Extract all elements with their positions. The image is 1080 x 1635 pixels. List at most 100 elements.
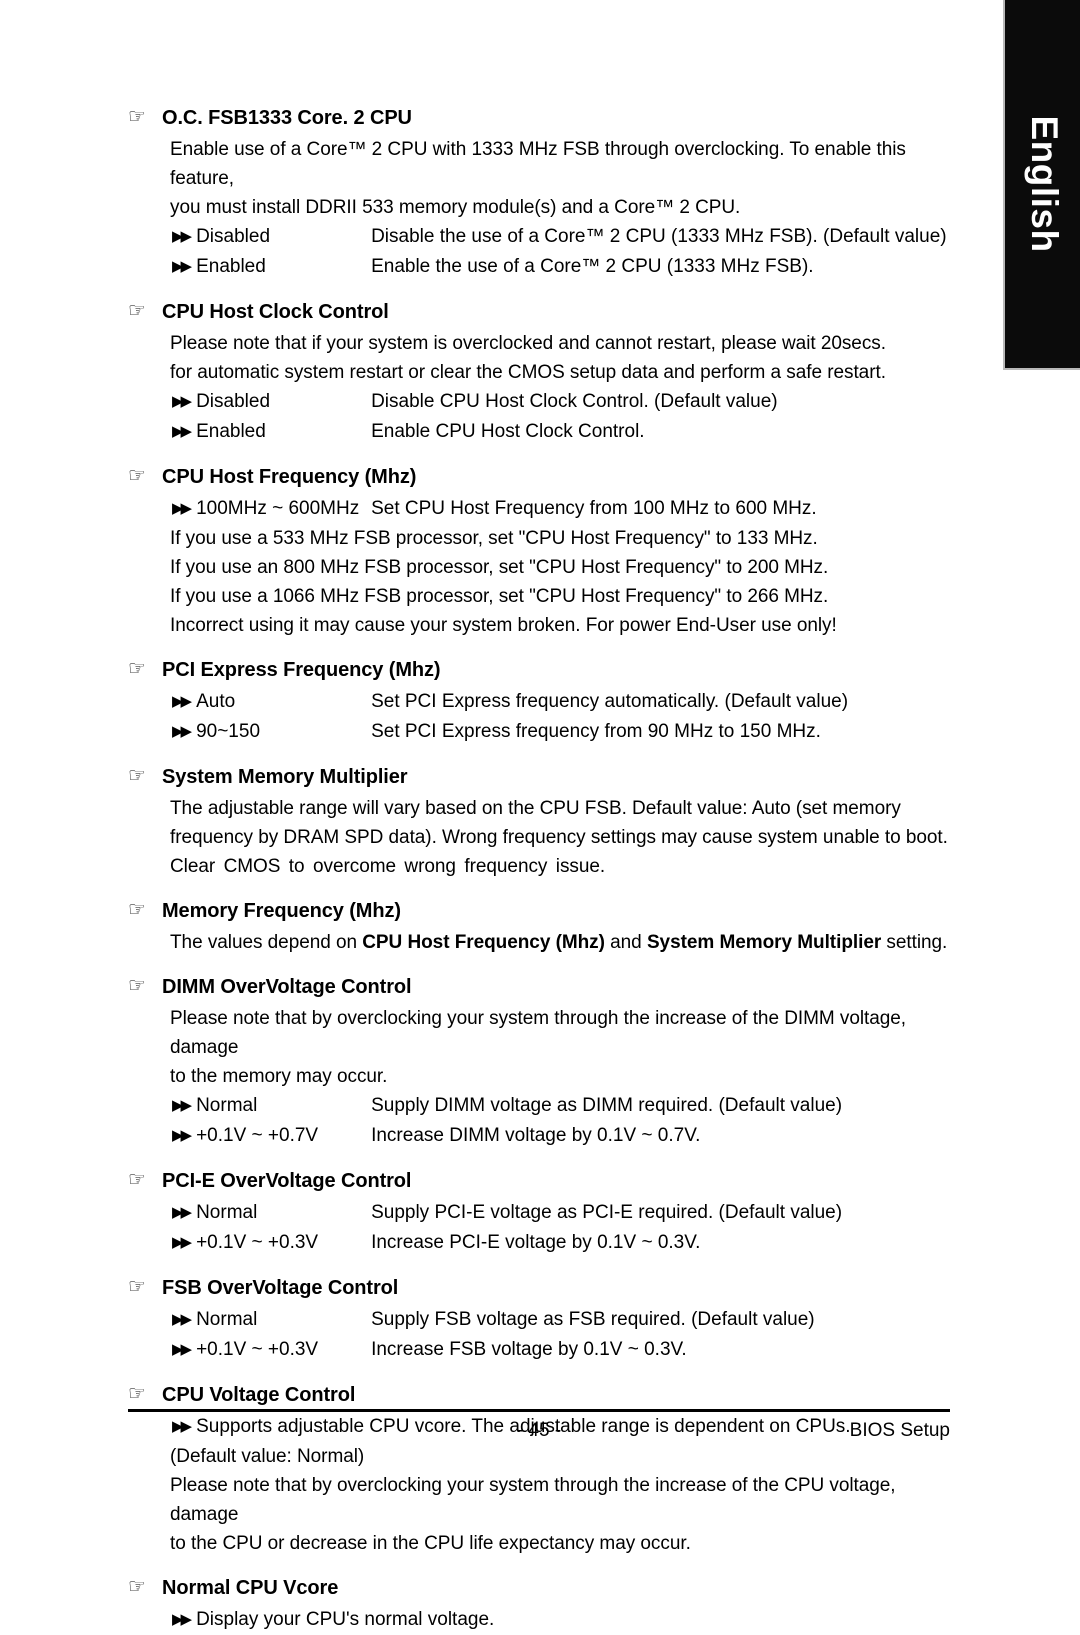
pointing-hand-icon: ☞ bbox=[128, 463, 146, 487]
option-description: Supply FSB voltage as FSB required. (Def… bbox=[371, 1309, 815, 1330]
section-oc-fsb1333: ☞ O.C. FSB1333 Core. 2 CPU Enable use of… bbox=[128, 104, 958, 282]
paragraph-line: The adjustable range will vary based on … bbox=[170, 798, 901, 819]
option-row: ▶▶ Disabled Disable the use of a Core™ 2… bbox=[172, 222, 958, 252]
pointing-hand-icon: ☞ bbox=[128, 973, 146, 997]
option-description: Enable CPU Host Clock Control. bbox=[371, 421, 645, 442]
pointing-hand-icon: ☞ bbox=[128, 1274, 146, 1298]
pointing-hand-icon: ☞ bbox=[128, 104, 146, 128]
pointing-hand-icon: ☞ bbox=[128, 897, 146, 921]
option-label: 100MHz ~ 600MHz bbox=[196, 498, 360, 519]
double-triangle-right-icon: ▶▶ bbox=[172, 722, 192, 740]
option-label: 90~150 bbox=[196, 721, 261, 742]
pointing-hand-icon: ☞ bbox=[128, 1574, 146, 1598]
double-triangle-right-icon: ▶▶ bbox=[172, 1610, 192, 1628]
paragraph-line: you must install DDRII 533 memory module… bbox=[170, 197, 741, 218]
double-triangle-right-icon: ▶▶ bbox=[172, 227, 192, 245]
section-normal-cpu-vcore: ☞ Normal CPU Vcore ▶▶ Display your CPU's… bbox=[128, 1574, 958, 1635]
footer-row: - 45 - BIOS Setup bbox=[128, 1416, 950, 1446]
page-footer: - 45 - BIOS Setup bbox=[128, 1409, 950, 1446]
option-label: Normal bbox=[196, 1095, 258, 1116]
option-label: Normal bbox=[196, 1309, 258, 1330]
paragraph-line: to the CPU or decrease in the CPU life e… bbox=[170, 1533, 691, 1554]
option-label: Enabled bbox=[196, 421, 266, 442]
footer-section-label: BIOS Setup bbox=[849, 1420, 950, 1441]
text-run-bold: CPU Host Frequency (Mhz) bbox=[362, 932, 605, 953]
section-heading: ☞ PCI-E OverVoltage Control bbox=[128, 1167, 958, 1195]
double-triangle-right-icon: ▶▶ bbox=[172, 1340, 192, 1358]
option-description: Set PCI Express frequency from 90 MHz to… bbox=[371, 721, 821, 742]
option-label: Auto bbox=[196, 691, 236, 712]
section-title: PCI Express Frequency (Mhz) bbox=[162, 659, 441, 681]
section-cpu-voltage-control: ☞ CPU Voltage Control ▶▶ Supports adjust… bbox=[128, 1381, 958, 1558]
section-title: O.C. FSB1333 Core. 2 CPU bbox=[162, 107, 412, 129]
section-heading: ☞ CPU Host Clock Control bbox=[128, 298, 958, 326]
paragraph-line: If you use a 533 MHz FSB processor, set … bbox=[170, 528, 818, 549]
option-row: ▶▶ 100MHz ~ 600MHz Set CPU Host Frequenc… bbox=[172, 494, 958, 524]
paragraph-line: Incorrect using it may cause your system… bbox=[170, 615, 837, 636]
double-triangle-right-icon: ▶▶ bbox=[172, 422, 192, 440]
option-description: Increase FSB voltage by 0.1V ~ 0.3V. bbox=[371, 1339, 687, 1360]
section-heading: ☞ O.C. FSB1333 Core. 2 CPU bbox=[128, 104, 958, 132]
double-triangle-right-icon: ▶▶ bbox=[172, 1126, 192, 1144]
option-label: +0.1V ~ +0.3V bbox=[196, 1232, 319, 1253]
option-description: Supply PCI-E voltage as PCI-E required. … bbox=[371, 1202, 843, 1223]
option-description: Disable the use of a Core™ 2 CPU (1333 M… bbox=[371, 226, 947, 247]
section-heading: ☞ DIMM OverVoltage Control bbox=[128, 973, 958, 1001]
option-row: ▶▶ Enabled Enable the use of a Core™ 2 C… bbox=[172, 252, 958, 282]
language-tab-label: English bbox=[1023, 115, 1065, 253]
section-heading: ☞ FSB OverVoltage Control bbox=[128, 1274, 958, 1302]
paragraph-line: frequency by DRAM SPD data). Wrong frequ… bbox=[170, 827, 948, 848]
option-label: +0.1V ~ +0.7V bbox=[196, 1125, 319, 1146]
option-description: Set CPU Host Frequency from 100 MHz to 6… bbox=[371, 498, 817, 519]
page-content: ☞ O.C. FSB1333 Core. 2 CPU Enable use of… bbox=[128, 104, 958, 1635]
section-title: CPU Host Clock Control bbox=[162, 301, 389, 323]
section-title: DIMM OverVoltage Control bbox=[162, 976, 412, 998]
language-tab: English bbox=[1003, 0, 1080, 370]
pointing-hand-icon: ☞ bbox=[128, 298, 146, 322]
double-triangle-right-icon: ▶▶ bbox=[172, 1233, 192, 1251]
paragraph-line: for automatic system restart or clear th… bbox=[170, 362, 886, 383]
option-row: ▶▶ Display your CPU's normal voltage. bbox=[172, 1605, 958, 1635]
option-description: Enable the use of a Core™ 2 CPU (1333 MH… bbox=[371, 256, 814, 277]
page-number: - 45 - bbox=[516, 1420, 562, 1441]
paragraph-line: If you use an 800 MHz FSB processor, set… bbox=[170, 557, 829, 578]
option-description: Display your CPU's normal voltage. bbox=[196, 1609, 495, 1630]
paragraph-line: Please note that by overclocking your sy… bbox=[170, 1008, 907, 1058]
paragraph-line: Clear CMOS to overcome wrong frequency i… bbox=[170, 856, 606, 877]
option-row: ▶▶ +0.1V ~ +0.3V Increase FSB voltage by… bbox=[172, 1335, 958, 1365]
paragraph-line: (Default value: Normal) bbox=[170, 1446, 365, 1467]
option-description: Disable CPU Host Clock Control. (Default… bbox=[371, 391, 778, 412]
option-row: ▶▶ 90~150 Set PCI Express frequency from… bbox=[172, 717, 958, 747]
pointing-hand-icon: ☞ bbox=[128, 656, 146, 680]
option-description: Increase PCI-E voltage by 0.1V ~ 0.3V. bbox=[371, 1232, 701, 1253]
section-heading: ☞ Normal CPU Vcore bbox=[128, 1574, 958, 1602]
option-label: Enabled bbox=[196, 256, 266, 277]
text-run-bold: System Memory Multiplier bbox=[646, 932, 882, 953]
section-cpu-host-frequency: ☞ CPU Host Frequency (Mhz) ▶▶ 100MHz ~ 6… bbox=[128, 463, 958, 640]
pointing-hand-icon: ☞ bbox=[128, 1167, 146, 1191]
text-run: setting. bbox=[881, 932, 948, 953]
option-description: Increase DIMM voltage by 0.1V ~ 0.7V. bbox=[371, 1125, 701, 1146]
option-label: Normal bbox=[196, 1202, 258, 1223]
section-dimm-overvoltage-control: ☞ DIMM OverVoltage Control Please note t… bbox=[128, 973, 958, 1151]
option-description: Set PCI Express frequency automatically.… bbox=[371, 691, 849, 712]
document-page: ☞ O.C. FSB1333 Core. 2 CPU Enable use of… bbox=[0, 0, 1003, 1630]
paragraph-line: to the memory may occur. bbox=[170, 1066, 388, 1087]
paragraph-line: Please note that if your system is overc… bbox=[170, 333, 886, 354]
text-run: The values depend on bbox=[170, 932, 363, 953]
option-row: ▶▶ +0.1V ~ +0.7V Increase DIMM voltage b… bbox=[172, 1121, 958, 1151]
double-triangle-right-icon: ▶▶ bbox=[172, 1203, 192, 1221]
option-row: ▶▶ Normal Supply PCI-E voltage as PCI-E … bbox=[172, 1198, 958, 1228]
option-description: Supply DIMM voltage as DIMM required. (D… bbox=[371, 1095, 843, 1116]
section-heading: ☞ PCI Express Frequency (Mhz) bbox=[128, 656, 958, 684]
text-run: and bbox=[604, 932, 647, 953]
section-title: FSB OverVoltage Control bbox=[162, 1277, 399, 1299]
option-row: ▶▶ Auto Set PCI Express frequency automa… bbox=[172, 687, 958, 717]
double-triangle-right-icon: ▶▶ bbox=[172, 499, 192, 517]
section-title: Memory Frequency (Mhz) bbox=[162, 900, 401, 922]
option-label: Disabled bbox=[196, 226, 271, 247]
paragraph-line: Please note that by overclocking your sy… bbox=[170, 1475, 896, 1525]
option-row: ▶▶ Enabled Enable CPU Host Clock Control… bbox=[172, 417, 958, 447]
section-heading: ☞ CPU Host Frequency (Mhz) bbox=[128, 463, 958, 491]
paragraph-line: Enable use of a Core™ 2 CPU with 1333 MH… bbox=[170, 139, 906, 189]
